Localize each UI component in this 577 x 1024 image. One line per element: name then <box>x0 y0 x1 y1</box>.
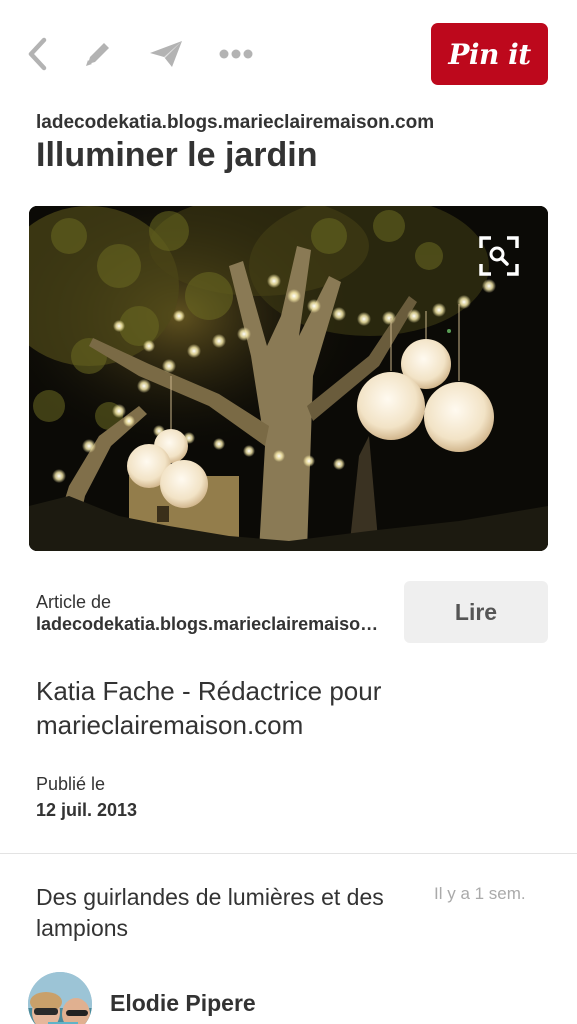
pin-title: Illuminer le jardin <box>36 136 318 174</box>
top-toolbar: Pin it <box>0 0 577 108</box>
avatar[interactable] <box>28 972 92 1024</box>
pin-it-button[interactable]: Pin it <box>431 23 548 85</box>
chevron-left-icon[interactable] <box>18 34 58 74</box>
paper-plane-icon[interactable] <box>146 34 186 74</box>
published-label: Publié le <box>36 774 106 794</box>
pin-source-domain[interactable]: ladecodekatia.blogs.marieclairemaison.co… <box>36 112 434 134</box>
visual-search-icon[interactable] <box>477 234 521 278</box>
published-date: 12 juil. 2013 <box>36 800 138 820</box>
pencil-icon[interactable] <box>78 34 118 74</box>
pin-it-label: Pin it <box>448 37 531 71</box>
divider <box>0 853 577 854</box>
ellipsis-icon[interactable] <box>216 34 256 74</box>
timestamp: Il y a 1 sem. <box>434 884 526 903</box>
article-domain[interactable]: ladecodekatia.blogs.marieclairemaison.co… <box>36 614 381 635</box>
pin-description: Des guirlandes de lumières et des lampio… <box>36 884 384 941</box>
pin-image[interactable] <box>29 206 548 551</box>
author-text: Katia Fache - Rédactrice pour marieclair… <box>36 676 382 740</box>
user-name[interactable]: Elodie Pipere <box>110 990 256 1017</box>
article-label: Article de <box>36 592 112 612</box>
read-button[interactable]: Lire <box>404 581 548 643</box>
